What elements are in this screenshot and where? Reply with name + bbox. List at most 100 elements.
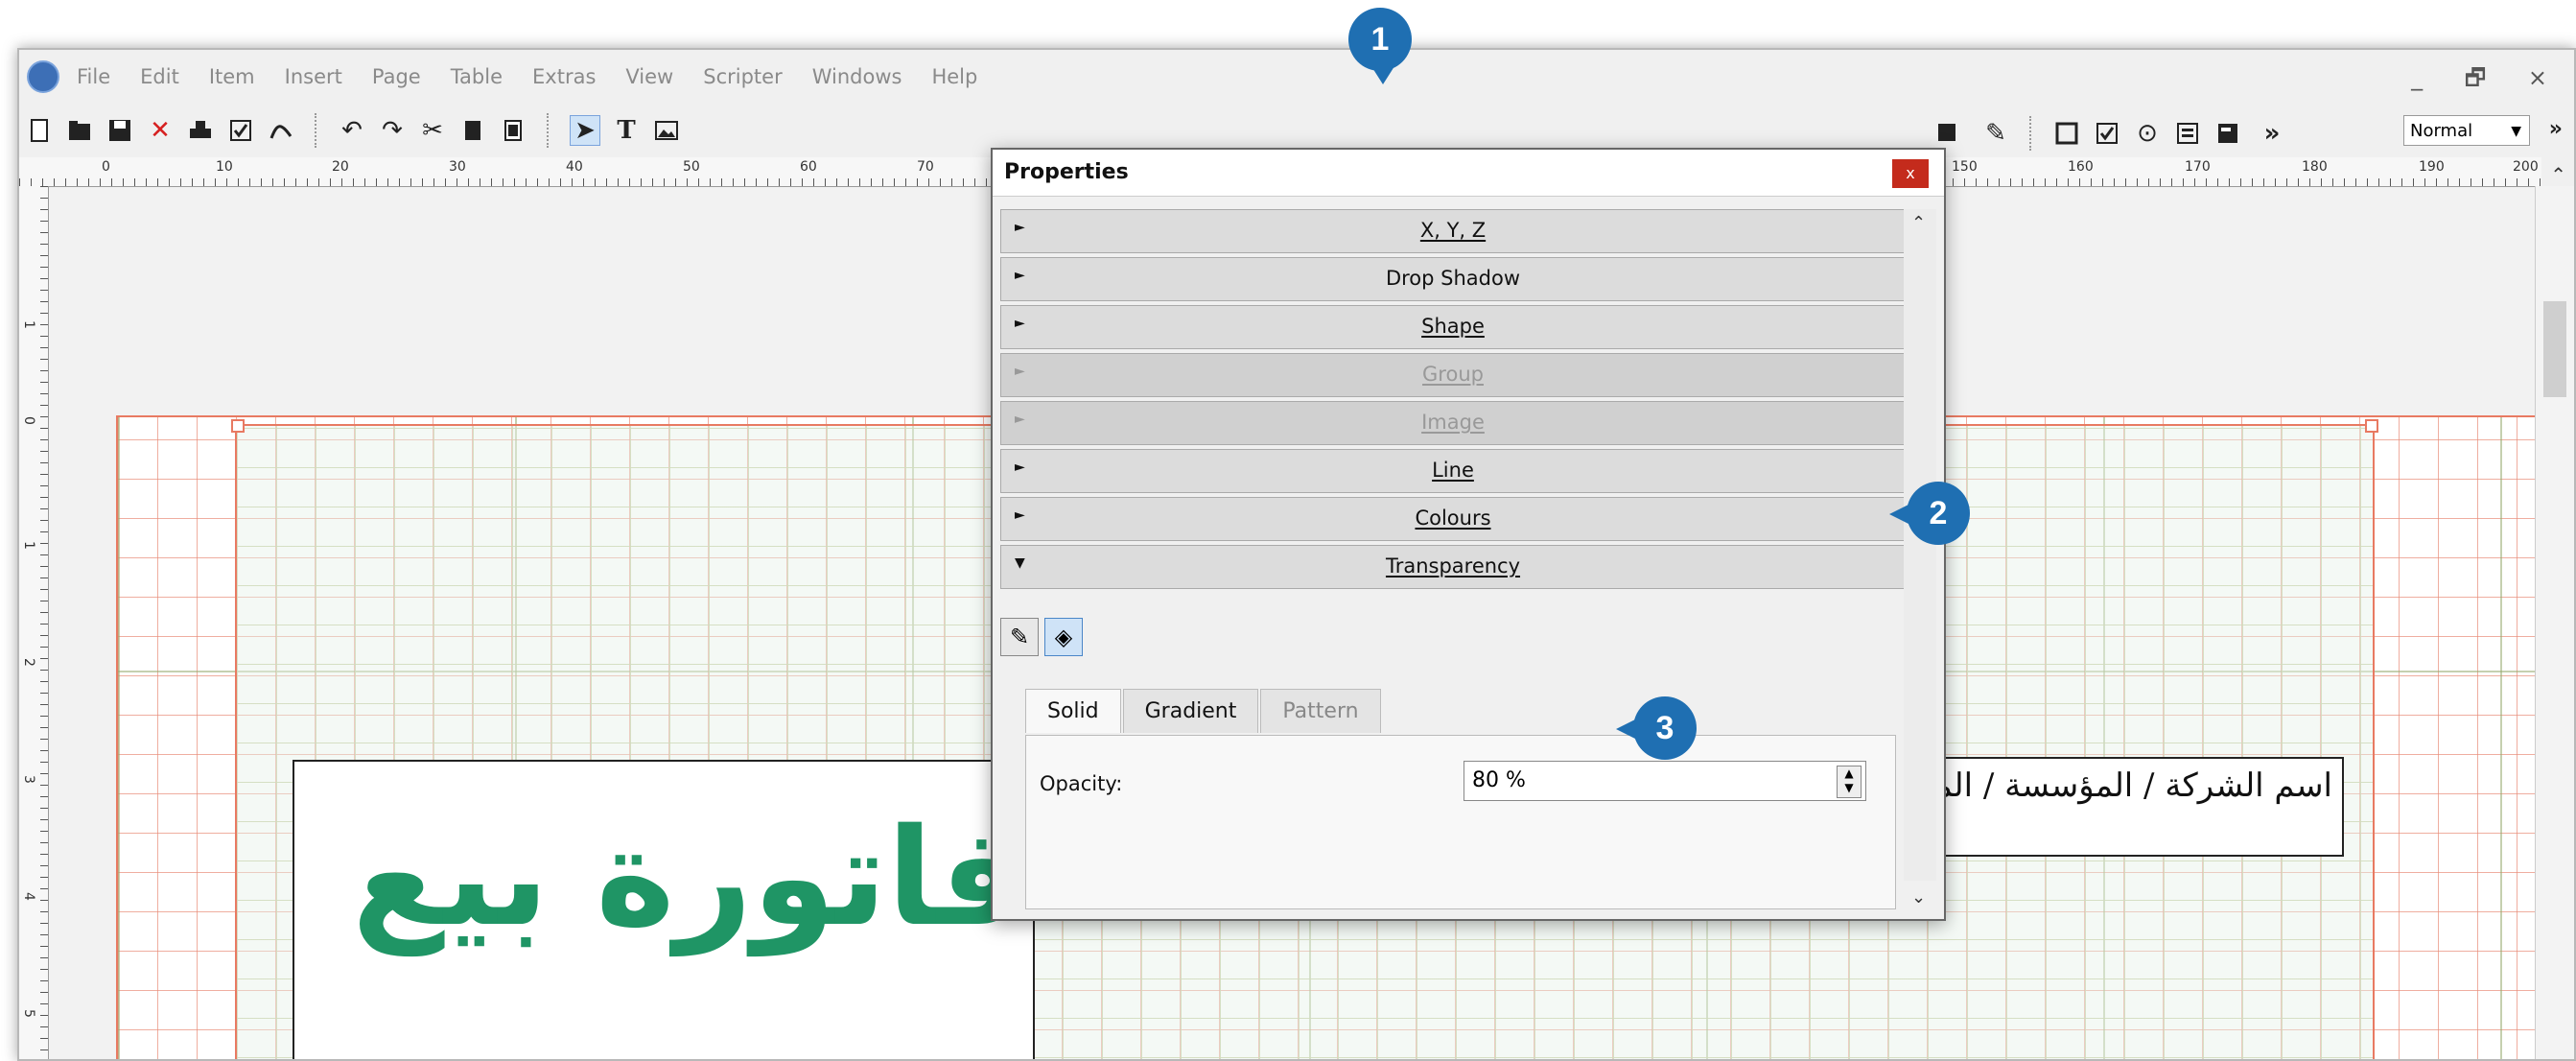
application-window: File Edit Item Insert Page Table Extras … bbox=[17, 48, 2576, 1061]
section-image: ► Image bbox=[1000, 401, 1906, 445]
callout-1: 1 bbox=[1348, 8, 1412, 84]
properties-dialog: Properties x ► X, Y, Z ► Drop Shadow ► S… bbox=[991, 148, 1946, 921]
menu-insert[interactable]: Insert bbox=[285, 65, 342, 88]
export-pdf-icon[interactable] bbox=[267, 116, 295, 145]
dialog-close-button[interactable]: x bbox=[1892, 159, 1929, 188]
transparency-tabs: Solid Gradient Pattern bbox=[1025, 689, 1383, 733]
scroll-up-icon[interactable]: ⌃ bbox=[1911, 213, 1926, 233]
ruler-tick-label: 10 bbox=[216, 159, 233, 175]
ruler-tick-label: 3 bbox=[21, 775, 36, 784]
opacity-spinbox[interactable]: 80 % ▲ ▼ bbox=[1464, 761, 1866, 801]
paste-icon[interactable] bbox=[499, 116, 527, 145]
measure-tool-icon[interactable]: ✎ bbox=[1981, 119, 2010, 148]
tab-gradient[interactable]: Gradient bbox=[1122, 689, 1259, 733]
dialog-title: Properties bbox=[993, 150, 1944, 197]
section-transparency[interactable]: ▼ Transparency bbox=[1000, 545, 1906, 589]
section-label: Drop Shadow bbox=[1385, 267, 1521, 290]
scroll-up-icon[interactable]: ⌃ bbox=[2550, 163, 2566, 186]
ruler-tick-label: 20 bbox=[332, 159, 349, 175]
menu-view[interactable]: View bbox=[625, 65, 673, 88]
margin-corner-handle[interactable] bbox=[231, 419, 245, 433]
preflight-check-icon[interactable] bbox=[226, 116, 255, 145]
redo-icon[interactable]: ↷ bbox=[378, 116, 407, 145]
spin-up-down-icon[interactable]: ▲ ▼ bbox=[1837, 766, 1862, 798]
print-icon[interactable] bbox=[186, 116, 215, 145]
pdf-list-icon[interactable] bbox=[2173, 119, 2202, 148]
section-xyz[interactable]: ► X, Y, Z bbox=[1000, 209, 1906, 253]
ruler-tick-label: 40 bbox=[566, 159, 583, 175]
eyedropper-tool-icon[interactable] bbox=[1933, 119, 1962, 148]
window-controls[interactable]: _ 🗗 × bbox=[2411, 61, 2564, 101]
toolbar-overflow-button[interactable]: » bbox=[2549, 117, 2563, 141]
margin-corner-handle[interactable] bbox=[2365, 419, 2378, 433]
ruler-tick-label: 1 bbox=[21, 320, 36, 329]
opacity-value: 80 % bbox=[1472, 768, 1526, 792]
section-colours[interactable]: ► Colours bbox=[1000, 497, 1906, 541]
menu-help[interactable]: Help bbox=[931, 65, 977, 88]
ruler-tick-label: 200 bbox=[2513, 159, 2539, 175]
copy-icon[interactable] bbox=[458, 116, 487, 145]
cut-icon[interactable]: ✂ bbox=[418, 116, 447, 145]
ruler-tick-label: 5 bbox=[21, 1009, 36, 1018]
menu-file[interactable]: File bbox=[77, 65, 110, 88]
section-label: Image bbox=[1421, 411, 1485, 434]
vertical-ruler[interactable]: 1 0 1 2 3 4 5 bbox=[19, 186, 49, 1059]
section-line[interactable]: ► Line bbox=[1000, 449, 1906, 493]
new-document-icon[interactable] bbox=[25, 116, 54, 145]
pdf-field-icon[interactable] bbox=[2052, 119, 2081, 148]
tab-pattern[interactable]: Pattern bbox=[1260, 689, 1381, 733]
section-label: Colours bbox=[1415, 507, 1491, 530]
pdf-radio-icon[interactable]: ⊙ bbox=[2133, 119, 2162, 148]
invoice-title-frame[interactable]: فاتورة بيع bbox=[293, 760, 1035, 1059]
ruler-tick-label: 4 bbox=[21, 892, 36, 901]
paragraph-style-select[interactable]: Normal bbox=[2403, 115, 2530, 147]
section-label: Group bbox=[1422, 363, 1484, 386]
property-sections: ► X, Y, Z ► Drop Shadow ► Shape ► Group … bbox=[1000, 209, 1906, 593]
toolbar-separator bbox=[315, 113, 318, 148]
ruler-tick-label: 70 bbox=[917, 159, 934, 175]
menu-scripter[interactable]: Scripter bbox=[703, 65, 782, 88]
ruler-tick-label: 0 bbox=[21, 416, 36, 425]
ruler-tick-label: 170 bbox=[2185, 159, 2211, 175]
ruler-tick-label: 50 bbox=[683, 159, 700, 175]
tab-solid[interactable]: Solid bbox=[1025, 689, 1121, 733]
select-arrow-icon[interactable]: ➤ bbox=[570, 115, 600, 146]
ruler-tick-label: 190 bbox=[2419, 159, 2445, 175]
dialog-scrollbar[interactable]: ⌃ ⌄ bbox=[1904, 209, 1936, 908]
undo-icon[interactable]: ↶ bbox=[338, 116, 366, 145]
toolbar-more-button[interactable]: » bbox=[2258, 119, 2286, 148]
section-group: ► Group bbox=[1000, 353, 1906, 397]
ruler-tick-label: 2 bbox=[21, 658, 36, 667]
menu-windows[interactable]: Windows bbox=[812, 65, 902, 88]
save-icon[interactable] bbox=[105, 116, 134, 145]
text-frame-icon[interactable]: T bbox=[612, 116, 641, 145]
pdf-checkbox-icon[interactable] bbox=[2093, 119, 2121, 148]
section-label: Shape bbox=[1421, 315, 1485, 338]
image-frame-icon[interactable] bbox=[652, 116, 681, 145]
callout-2: 2 bbox=[1889, 482, 1970, 545]
ruler-tick-label: 180 bbox=[2302, 159, 2328, 175]
fill-transparency-bucket-icon[interactable]: ◈ bbox=[1044, 618, 1083, 656]
menu-edit[interactable]: Edit bbox=[140, 65, 179, 88]
menu-page[interactable]: Page bbox=[372, 65, 421, 88]
section-shape[interactable]: ► Shape bbox=[1000, 305, 1906, 349]
menu-extras[interactable]: Extras bbox=[532, 65, 596, 88]
scroll-down-icon[interactable]: ⌄ bbox=[1911, 887, 1926, 908]
close-document-icon[interactable]: ✕ bbox=[146, 116, 175, 145]
ruler-tick-label: 150 bbox=[1952, 159, 1978, 175]
ruler-tick-label: 1 bbox=[21, 541, 36, 550]
section-label: Line bbox=[1432, 459, 1474, 482]
menu-table[interactable]: Table bbox=[451, 65, 503, 88]
company-name-text: اسم الشركة / المؤسسة / المتجر bbox=[1885, 766, 2332, 805]
menu-item[interactable]: Item bbox=[209, 65, 255, 88]
open-folder-icon[interactable] bbox=[65, 116, 94, 145]
ruler-tick-label: 30 bbox=[449, 159, 466, 175]
section-drop-shadow[interactable]: ► Drop Shadow bbox=[1000, 257, 1906, 301]
toolbar-separator bbox=[2029, 116, 2033, 151]
scrollbar-thumb[interactable] bbox=[2543, 301, 2566, 397]
solid-tab-panel: Opacity: 80 % ▲ ▼ bbox=[1025, 735, 1896, 909]
vertical-scrollbar[interactable] bbox=[2535, 186, 2574, 1059]
ruler-tick-label: 160 bbox=[2068, 159, 2094, 175]
line-transparency-pen-icon[interactable]: ✎ bbox=[1000, 618, 1039, 656]
pdf-combo-icon[interactable] bbox=[2213, 119, 2242, 148]
